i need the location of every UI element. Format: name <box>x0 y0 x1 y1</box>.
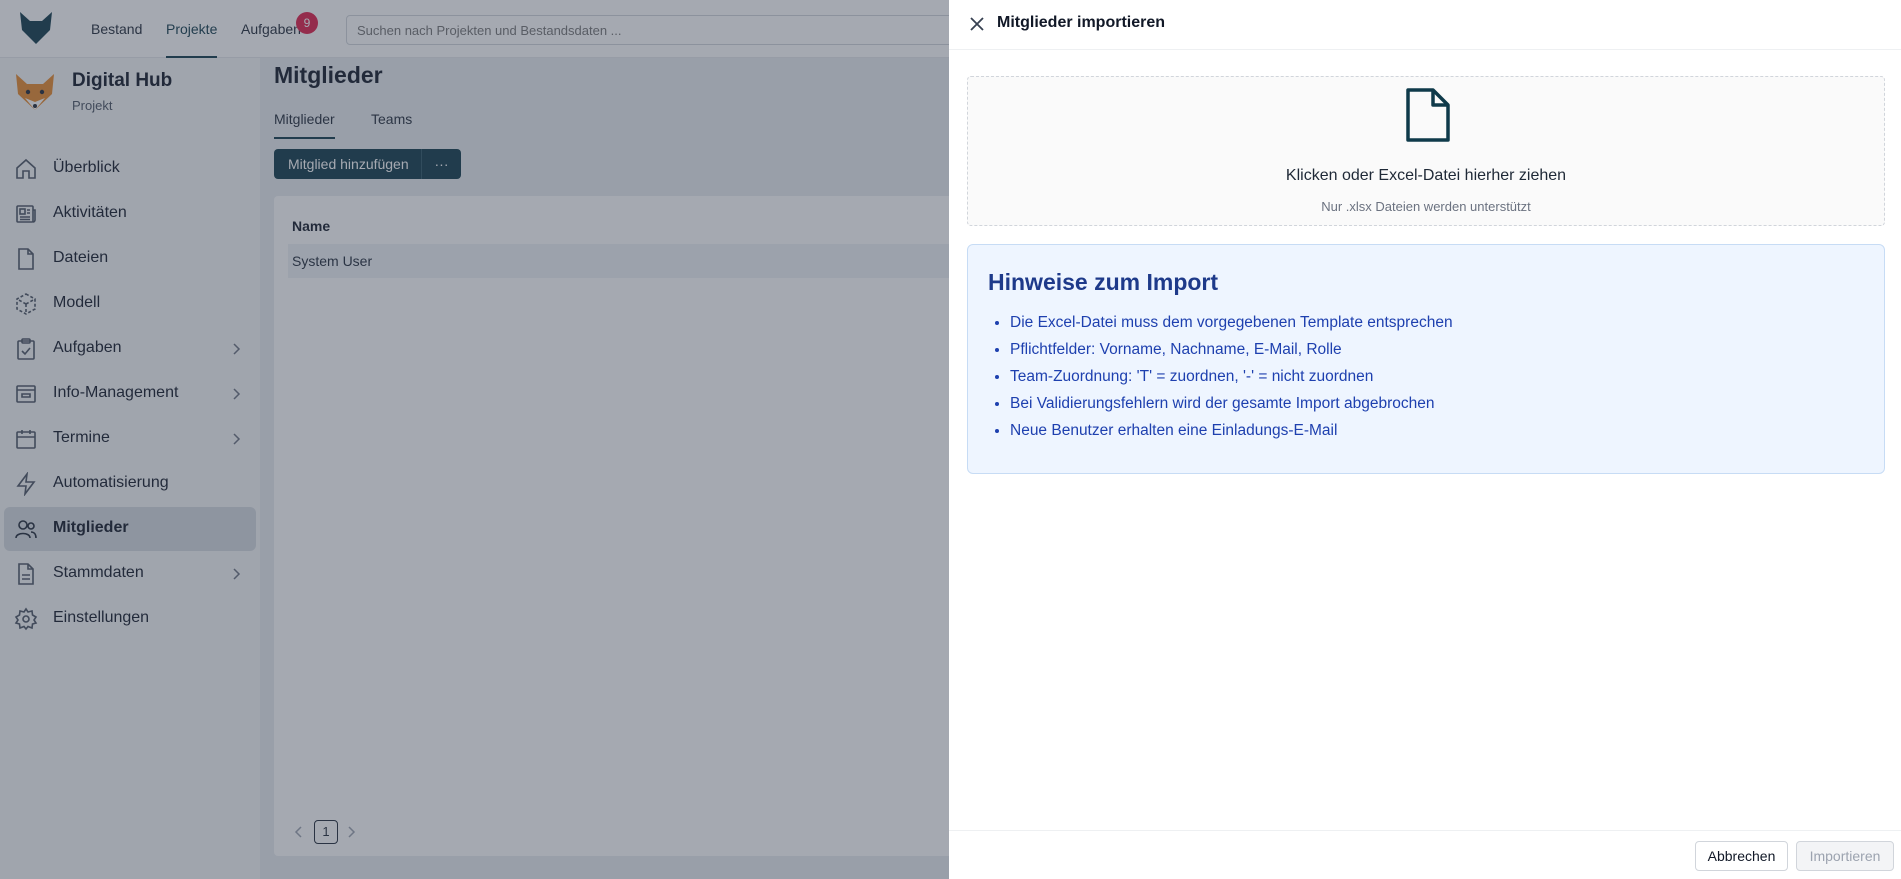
import-hints-list: Die Excel-Datei muss dem vorgegebenen Te… <box>988 309 1453 444</box>
drawer-footer: Abbrechen Importieren <box>949 830 1901 879</box>
dropzone-hint-text: Nur .xlsx Dateien werden unterstützt <box>1321 199 1531 214</box>
close-icon[interactable] <box>967 14 987 34</box>
list-item: Bei Validierungsfehlern wird der gesamte… <box>1010 390 1453 417</box>
list-item: Die Excel-Datei muss dem vorgegebenen Te… <box>1010 309 1453 336</box>
import-hints-box: Hinweise zum Import Die Excel-Datei muss… <box>967 244 1885 474</box>
drawer-title: Mitglieder importieren <box>997 14 1166 31</box>
cancel-button[interactable]: Abbrechen <box>1695 841 1788 871</box>
list-item: Neue Benutzer erhalten eine Einladungs-E… <box>1010 417 1453 444</box>
list-item: Pflichtfelder: Vorname, Nachname, E-Mail… <box>1010 336 1453 363</box>
file-dropzone[interactable]: Klicken oder Excel-Datei hierher ziehen … <box>967 76 1885 226</box>
import-drawer: Mitglieder importieren Klicken oder Exce… <box>949 0 1901 879</box>
file-icon <box>1406 88 1450 142</box>
drawer-header: Mitglieder importieren <box>949 0 1901 50</box>
import-button[interactable]: Importieren <box>1796 841 1894 871</box>
list-item: Team-Zuordnung: 'T' = zuordnen, '-' = ni… <box>1010 363 1453 390</box>
import-hints-title: Hinweise zum Import <box>988 269 1219 295</box>
dropzone-main-text: Klicken oder Excel-Datei hierher ziehen <box>1285 167 1567 184</box>
